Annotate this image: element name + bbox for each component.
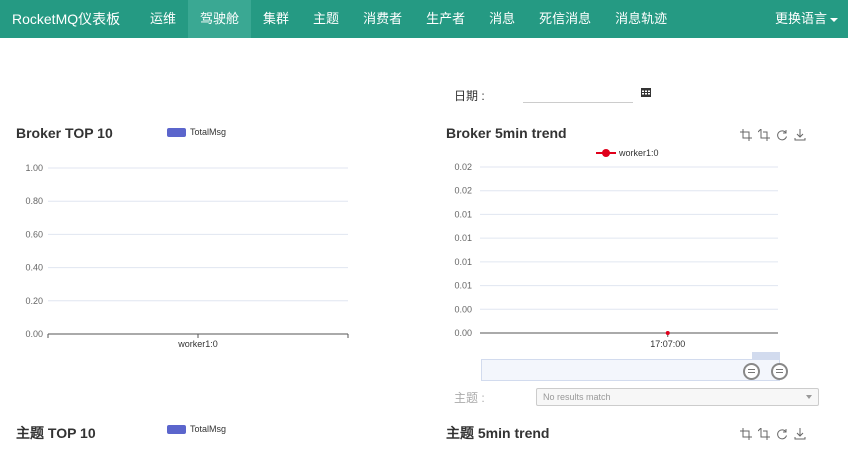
topic-trend-toolbox: [740, 428, 806, 440]
zoom-icon[interactable]: [740, 129, 752, 141]
broker-trend-title: Broker 5min trend: [446, 125, 567, 141]
nav-item-producer[interactable]: 生产者: [414, 0, 477, 38]
y-tick-label: 0.00: [454, 304, 472, 314]
calendar-icon[interactable]: [641, 87, 651, 97]
nav-item-topic[interactable]: 主题: [301, 0, 351, 38]
nav-item-message-trace[interactable]: 消息轨迹: [603, 0, 679, 38]
y-tick-label: 0.20: [25, 296, 43, 306]
datazoom-handle-left[interactable]: [743, 363, 760, 380]
legend-label: TotalMsg: [190, 127, 227, 137]
restore-icon[interactable]: [776, 129, 788, 141]
x-tick-label: worker1:0: [177, 339, 218, 349]
nav-item-dashboard[interactable]: 驾驶舱: [188, 0, 252, 38]
y-tick-label: 0.01: [454, 233, 472, 243]
broker-trend-toolbox: [740, 129, 806, 141]
nav-item-consumer[interactable]: 消费者: [351, 0, 414, 38]
save-image-icon[interactable]: [794, 129, 806, 141]
y-tick-label: 0.40: [25, 263, 43, 273]
topic-select[interactable]: No results match: [536, 388, 819, 406]
legend-swatch: [167, 127, 186, 137]
y-tick-label: 0.02: [454, 186, 472, 196]
date-input[interactable]: [523, 86, 633, 103]
topic-label: 主题 :: [454, 391, 485, 405]
datazoom-handle-right[interactable]: [771, 363, 788, 380]
broker-trend-chart: 0.02 0.02 0.01 0.01 0.01 0.01 0.00 0.00 17:07:00: [454, 162, 778, 349]
language-label: 更换语言: [774, 11, 827, 26]
x-tick-label: 17:07:00: [650, 339, 685, 349]
broker-top10-chart: 1.00 0.80 0.60 0.40 0.20 0.00 worker1:0: [25, 163, 349, 349]
nav-item-cluster[interactable]: 集群: [251, 0, 301, 38]
y-tick-label: 0.00: [454, 328, 472, 338]
nav-item-dlq-message[interactable]: 死信消息: [527, 0, 603, 38]
chevron-down-icon: [806, 395, 812, 399]
zoom-reset-icon[interactable]: [758, 129, 770, 141]
brand-title[interactable]: RocketMQ仪表板: [0, 0, 138, 38]
y-tick-label: 0.02: [454, 162, 472, 172]
nav-item-message[interactable]: 消息: [477, 0, 527, 38]
legend-label: TotalMsg: [190, 424, 227, 434]
broker-top10-legend[interactable]: TotalMsg: [167, 127, 226, 137]
y-tick-label: 0.60: [25, 229, 43, 239]
save-image-icon[interactable]: [794, 428, 806, 440]
datazoom-slider[interactable]: [481, 359, 780, 381]
y-tick-label: 0.01: [454, 281, 472, 291]
line-point: [665, 331, 670, 335]
restore-icon[interactable]: [776, 428, 788, 440]
zoom-icon[interactable]: [740, 428, 752, 440]
broker-top10-title: Broker TOP 10: [16, 125, 113, 141]
zoom-reset-icon[interactable]: [758, 428, 770, 440]
topic-select-value: No results match: [543, 392, 611, 402]
caret-down-icon: [830, 17, 838, 22]
top-navbar: RocketMQ仪表板 运维 驾驶舱 集群 主题 消费者 生产者 消息 死信消息…: [0, 0, 848, 38]
nav-item-ops[interactable]: 运维: [138, 0, 188, 38]
y-tick-label: 0.01: [454, 209, 472, 219]
y-tick-label: 0.01: [454, 257, 472, 267]
legend-swatch: [167, 424, 186, 434]
y-tick-label: 0.00: [25, 329, 43, 339]
y-tick-label: 0.80: [25, 196, 43, 206]
topic-top10-title: 主题 TOP 10: [16, 425, 96, 441]
topic-top10-legend[interactable]: TotalMsg: [167, 424, 226, 434]
y-tick-label: 1.00: [25, 163, 43, 173]
language-switcher[interactable]: 更换语言: [775, 0, 838, 38]
date-label: 日期 :: [454, 89, 485, 103]
topic-trend-title: 主题 5min trend: [446, 425, 550, 441]
